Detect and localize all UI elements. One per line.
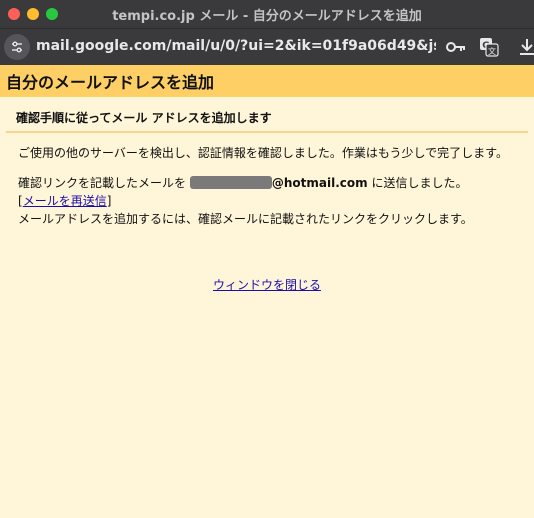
dialog-subheader: 確認手順に従ってメール アドレスを追加します <box>6 103 528 133</box>
confirmation-sent-message: 確認リンクを記載したメールを @hotmail.com に送信しました。 <box>18 174 518 192</box>
dialog-body: ご使用の他のサーバーを検出し、認証情報を確認しました。作業はもう少しで完了します… <box>18 144 518 228</box>
dialog-title: 自分のメールアドレスを追加 <box>6 73 215 92</box>
server-verified-message: ご使用の他のサーバーを検出し、認証情報を確認しました。作業はもう少しで完了します… <box>18 146 508 160</box>
bracket-close: ] <box>106 194 112 208</box>
step-title: 確認手順に従ってメール アドレスを追加します <box>16 110 272 125</box>
key-icon[interactable] <box>446 39 466 55</box>
translate-icon[interactable]: G 文 <box>479 37 499 57</box>
close-link-container: ウィンドウを閉じる <box>0 276 534 293</box>
resend-line: [メールを再送信] <box>18 192 518 210</box>
download-icon[interactable] <box>518 37 534 57</box>
close-window-button[interactable] <box>8 8 20 20</box>
site-settings-icon[interactable] <box>4 34 30 60</box>
svg-text:文: 文 <box>488 46 496 56</box>
confirm-prefix: 確認リンクを記載したメールを <box>18 176 187 190</box>
confirm-suffix: に送信しました。 <box>367 176 468 190</box>
close-window-link[interactable]: ウィンドウを閉じる <box>213 278 321 292</box>
resend-email-link[interactable]: メールを再送信 <box>23 194 107 208</box>
instruction-text: メールアドレスを追加するには、確認メールに記載されたリンクをクリックします。 <box>18 212 473 226</box>
minimize-window-button[interactable] <box>27 8 39 20</box>
email-domain: @hotmail.com <box>271 176 368 190</box>
window-titlebar: tempi.co.jp メール - 自分のメールアドレスを追加 <box>0 0 534 28</box>
dialog-header: 自分のメールアドレスを追加 <box>0 65 534 97</box>
redacted-email-user <box>189 176 272 189</box>
url-text[interactable]: mail.google.com/mail/u/0/?ui=2&ik=01f9a0… <box>36 38 436 54</box>
window-title: tempi.co.jp メール - 自分のメールアドレスを追加 <box>112 8 422 24</box>
address-bar: mail.google.com/mail/u/0/?ui=2&ik=01f9a0… <box>0 28 534 65</box>
maximize-window-button[interactable] <box>46 8 58 20</box>
